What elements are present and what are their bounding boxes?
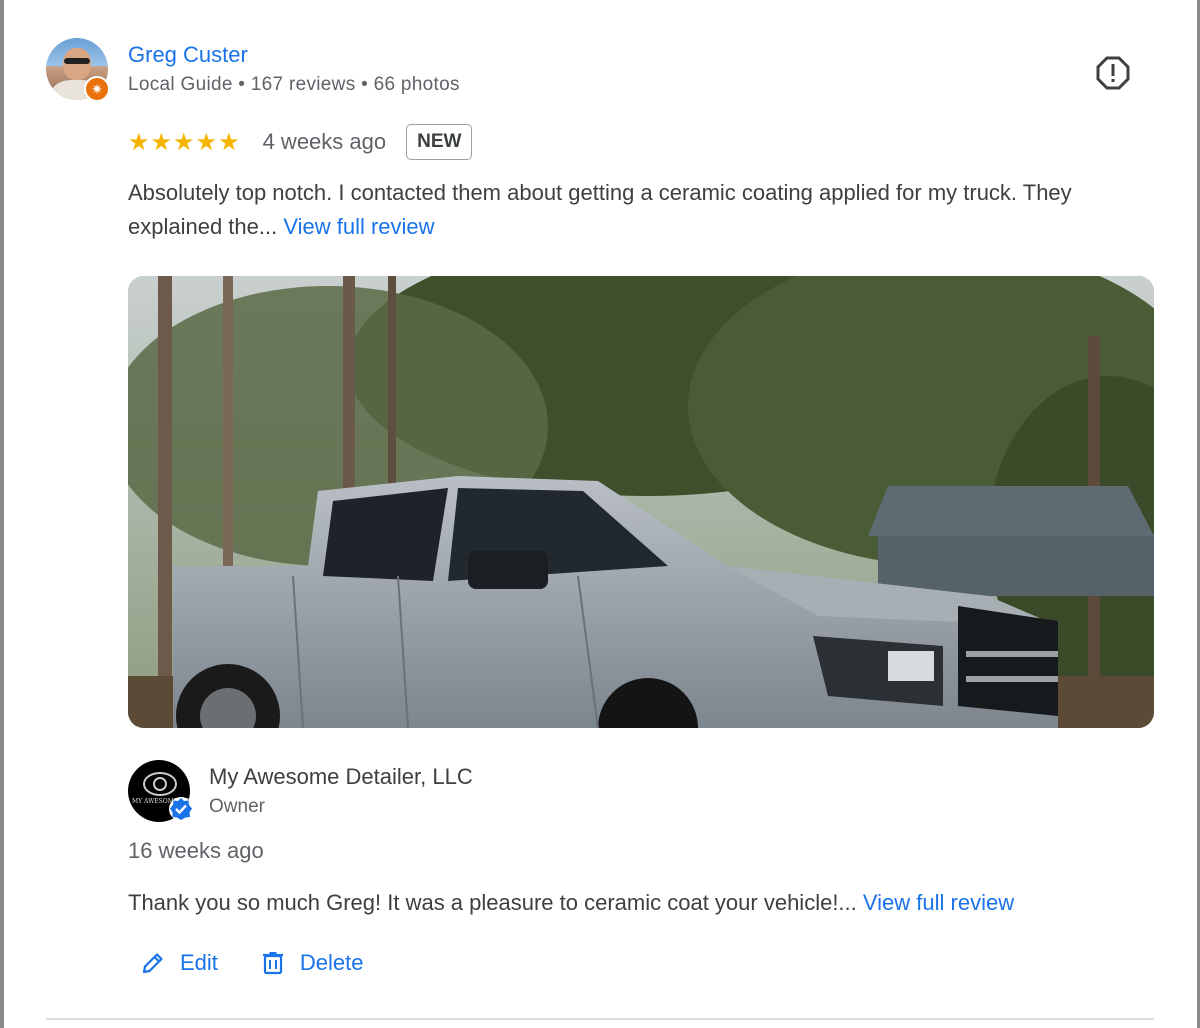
edit-button[interactable]: Edit [140,950,218,976]
reply-body: Thank you so much Greg! It was a pleasur… [128,890,863,915]
reply-text: Thank you so much Greg! It was a pleasur… [128,890,1014,916]
review-body: Absolutely top notch. I contacted them a… [128,180,1072,239]
view-full-reply-link[interactable]: View full review [863,890,1014,915]
owner-role: Owner [209,796,265,817]
rating-row: ★★★★★ 4 weeks ago NEW [128,122,473,162]
review-divider [46,1018,1154,1020]
reviewer-avatar[interactable]: ✷ [46,38,110,102]
review-text: Absolutely top notch. I contacted them a… [128,176,1168,244]
star-rating: ★★★★★ [128,128,241,156]
truck-photo-illustration [128,276,1154,728]
verified-check-icon [169,797,193,821]
reviewer-name[interactable]: Greg Custer [128,42,248,68]
trash-icon [262,952,283,975]
view-full-review-link[interactable]: View full review [283,214,434,239]
window-edge-left [0,0,4,1028]
new-badge: NEW [406,124,473,160]
delete-label: Delete [299,950,364,975]
report-review-icon[interactable] [1096,56,1130,90]
reply-actions: Edit Delete [140,950,364,976]
review-date: 4 weeks ago [262,129,387,154]
local-guide-star-icon: ✷ [84,76,110,102]
avatar-face [63,48,91,80]
avatar-sunglasses [64,58,90,64]
owner-logo-eye [153,777,167,791]
delete-button[interactable]: Delete [260,950,364,976]
review-photo[interactable] [128,276,1154,728]
reviewer-meta: Local Guide • 167 reviews • 66 photos [128,74,460,95]
owner-name[interactable]: My Awesome Detailer, LLC [209,764,473,790]
pencil-icon [142,953,163,974]
edit-label: Edit [180,950,218,975]
reply-date: 16 weeks ago [128,838,264,863]
